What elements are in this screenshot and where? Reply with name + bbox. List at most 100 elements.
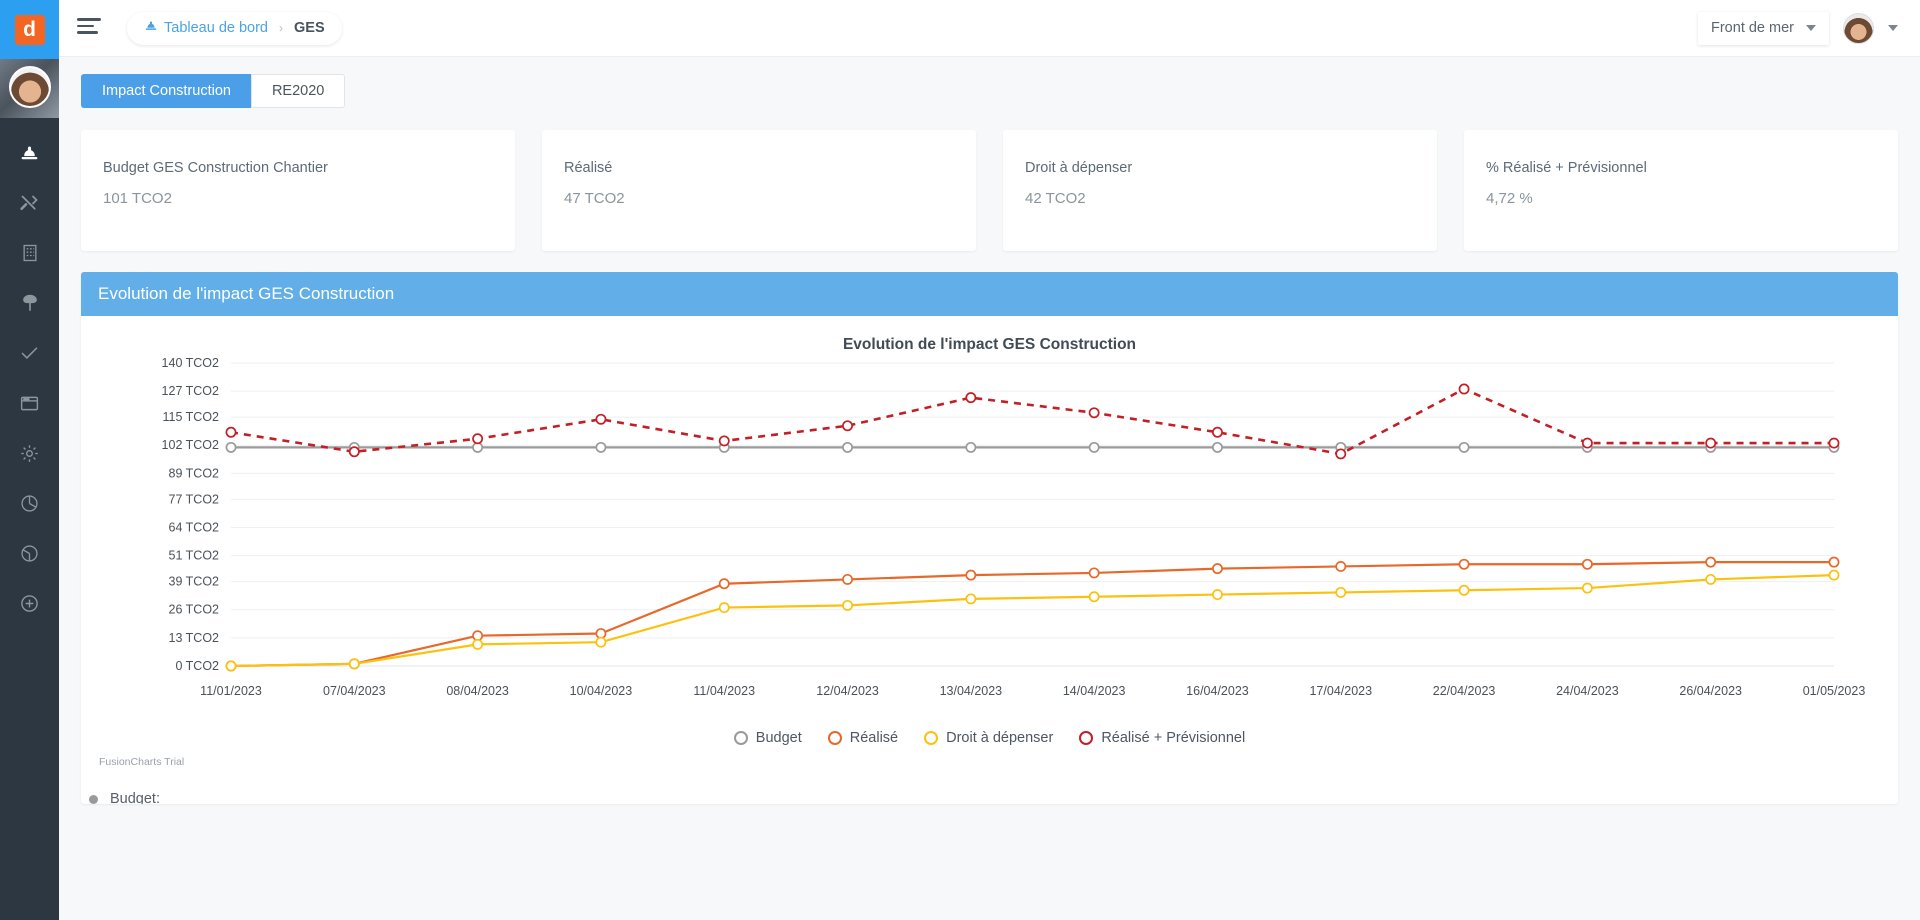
svg-text:16/04/2023: 16/04/2023 [1186,684,1249,698]
kpi-title: Droit à dépenser [1025,160,1133,176]
tab-bar: Impact Construction RE2020 [59,57,1920,108]
legend-item-2[interactable]: Droit à dépenser [924,730,1053,746]
pie-chart-icon [19,493,40,514]
legend-swatch [1079,731,1094,745]
legend-label: Budget [755,730,802,746]
breadcrumb-root-link[interactable]: Tableau de bord [144,19,268,37]
legend-label: Réalisé [849,730,899,746]
sidebar-item-analytics[interactable] [0,478,59,528]
legend-swatch [924,731,939,745]
tree-icon [19,292,41,314]
svg-text:89 TCO2: 89 TCO2 [169,466,220,480]
tab-re2020[interactable]: RE2020 [250,74,346,108]
legend-swatch [733,731,748,745]
kpi-value: 4,72 % [1486,190,1533,207]
sidebar-item-environment[interactable] [0,278,59,328]
svg-text:17/04/2023: 17/04/2023 [1309,684,1372,698]
kpi-card-budget: Budget GES Construction Chantier 101 TCO… [81,130,515,251]
svg-text:11/01/2023: 11/01/2023 [200,684,262,698]
tab-impact-construction[interactable]: Impact Construction [81,74,251,108]
chart-area: Evolution de l'impact GES Construction 0… [81,316,1898,804]
window-icon [19,393,40,414]
chart-panel-header: Evolution de l'impact GES Construction [81,272,1898,316]
kpi-title: Réalisé [564,160,613,176]
svg-text:13/04/2023: 13/04/2023 [940,684,1003,698]
series-value-list: Budget:Réalisé:Droit à dépenser: [89,788,221,804]
sidebar-item-tools[interactable] [0,178,59,228]
sidebar-item-building[interactable] [0,228,59,278]
chevron-down-icon [1806,25,1816,31]
sidebar-item-dashboards[interactable] [0,528,59,578]
tools-icon [19,193,40,214]
kpi-value: 101 TCO2 [103,190,172,207]
series-label: Budget: [110,791,160,804]
svg-text:26 TCO2: 26 TCO2 [169,603,220,617]
legend-item-3[interactable]: Réalisé + Prévisionnel [1079,730,1245,746]
svg-text:0 TCO2: 0 TCO2 [175,659,219,673]
sidebar-item-tasks[interactable] [0,328,59,378]
svg-text:140 TCO2: 140 TCO2 [162,356,219,370]
breadcrumb-root-label: Tableau de bord [164,20,268,36]
chart-panel-title: Evolution de l'impact GES Construction [98,284,395,303]
series-value-row-0: Budget: [89,788,221,804]
svg-text:64 TCO2: 64 TCO2 [169,520,220,534]
hamburger-icon[interactable] [77,18,105,38]
chart-legend: Budget Réalisé Droit à dépenser Réalisé + P… [81,730,1898,746]
check-icon [19,343,40,364]
series-dot [89,794,98,804]
svg-text:127 TCO2: 127 TCO2 [162,384,219,398]
chevron-right-icon: › [279,21,283,35]
svg-text:07/04/2023: 07/04/2023 [323,684,386,698]
svg-text:24/04/2023: 24/04/2023 [1556,684,1619,698]
pie-chart-alt-icon [19,543,40,564]
sidebar-user-photo[interactable] [0,59,59,118]
kpi-value: 42 TCO2 [1025,190,1086,207]
kpi-card-droit-a-depenser: Droit à dépenser 42 TCO2 [1003,130,1437,251]
svg-text:51 TCO2: 51 TCO2 [169,549,220,563]
legend-label: Réalisé + Prévisionnel [1101,730,1246,746]
sidebar-item-add[interactable] [0,578,59,628]
gear-icon [19,443,40,464]
svg-text:77 TCO2: 77 TCO2 [169,492,220,506]
svg-text:39 TCO2: 39 TCO2 [169,575,220,589]
project-select[interactable]: Front de mer [1698,11,1829,45]
breadcrumb-current: GES [294,20,325,36]
svg-text:102 TCO2: 102 TCO2 [162,438,219,452]
svg-text:14/04/2023: 14/04/2023 [1063,684,1126,698]
brand-logo[interactable]: d [0,0,59,59]
legend-swatch [827,731,842,745]
legend-item-1[interactable]: Réalisé [827,730,899,746]
svg-text:01/05/2023: 01/05/2023 [1803,684,1866,698]
svg-text:115 TCO2: 115 TCO2 [162,410,219,424]
sidebar-item-projects[interactable] [0,128,59,178]
sidebar-item-settings[interactable] [0,428,59,478]
kpi-card-pourcent-realise-previsionnel: % Réalisé + Prévisionnel 4,72 % [1464,130,1898,251]
svg-text:11/04/2023: 11/04/2023 [693,684,755,698]
sidebar-user-avatar [9,66,51,108]
project-select-value: Front de mer [1711,20,1794,36]
chart-watermark: FusionCharts Trial [99,756,185,768]
kpi-row: Budget GES Construction Chantier 101 TCO… [59,108,1920,251]
svg-text:13 TCO2: 13 TCO2 [169,631,220,645]
breadcrumb: Tableau de bord › GES [127,11,342,45]
kpi-card-realise: Réalisé 47 TCO2 [542,130,976,251]
svg-text:26/04/2023: 26/04/2023 [1679,684,1742,698]
sidebar-item-reports[interactable] [0,378,59,428]
svg-text:08/04/2023: 08/04/2023 [446,684,509,698]
kpi-title: % Réalisé + Prévisionnel [1486,160,1647,176]
chevron-down-icon[interactable] [1888,25,1898,31]
svg-text:22/04/2023: 22/04/2023 [1433,684,1496,698]
topbar-right: Front de mer [1698,11,1898,45]
legend-label: Droit à dépenser [946,730,1054,746]
legend-item-0[interactable]: Budget [733,730,802,746]
avatar[interactable] [1843,12,1874,44]
svg-text:12/04/2023: 12/04/2023 [816,684,879,698]
building-icon [20,243,40,263]
brand-logo-letter: d [14,14,45,45]
topbar: Tableau de bord › GES Front de mer [59,0,1920,57]
sidebar: d [0,0,59,920]
hardhat-icon [144,19,158,37]
plus-circle-icon [19,593,40,614]
svg-text:10/04/2023: 10/04/2023 [570,684,633,698]
kpi-title: Budget GES Construction Chantier [103,160,328,176]
